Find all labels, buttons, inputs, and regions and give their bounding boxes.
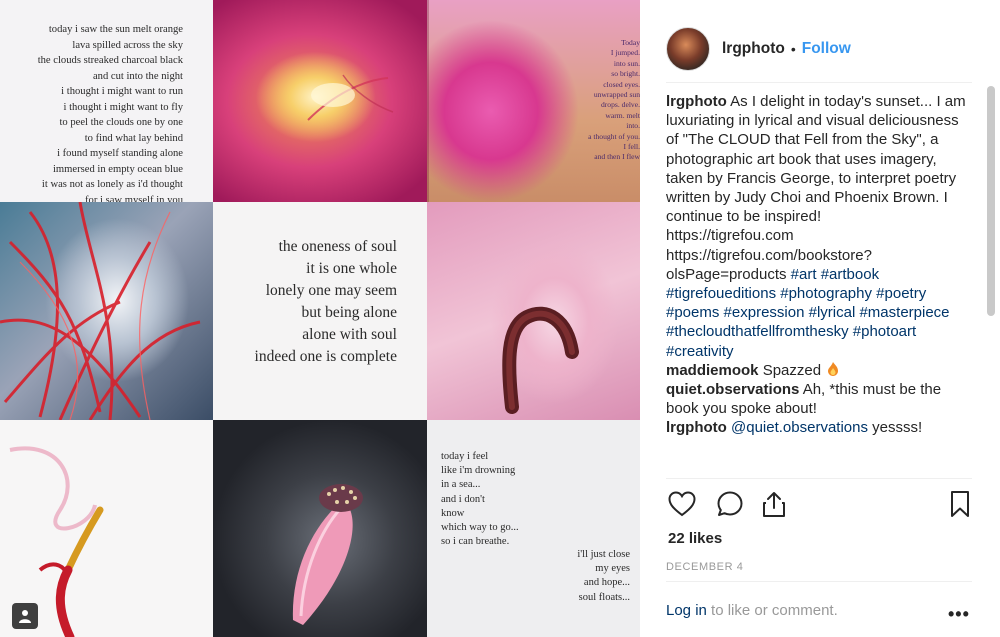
follow-button[interactable]: Follow bbox=[802, 40, 851, 58]
poem-text: the oneness of soul it is one whole lone… bbox=[254, 238, 397, 365]
header-username[interactable]: lrgphoto bbox=[722, 40, 785, 58]
hashtag[interactable]: #art bbox=[791, 266, 817, 283]
divider bbox=[666, 581, 972, 582]
hashtag[interactable]: #photoart bbox=[853, 323, 916, 340]
comment: lrgphoto @quiet.observations yessss! bbox=[666, 418, 972, 437]
photo-red-filaments bbox=[0, 202, 213, 420]
red-filament-graphic bbox=[0, 202, 201, 420]
hashtag[interactable]: #poems bbox=[666, 304, 719, 321]
heart-outline-icon[interactable] bbox=[666, 488, 698, 520]
hashtag[interactable]: #expression bbox=[724, 304, 805, 321]
login-link[interactable]: Log in bbox=[666, 602, 707, 619]
avatar[interactable] bbox=[666, 27, 710, 71]
login-prompt: Log in to like or comment. bbox=[666, 602, 838, 619]
poem-text: Today I jumped. into sun. so bright. clo… bbox=[588, 38, 640, 162]
poem-text: i'll just close my eyes and hope... soul… bbox=[577, 549, 630, 603]
photo-poem-sunset: today i saw the sun melt orange lava spi… bbox=[0, 0, 213, 202]
divider bbox=[666, 478, 972, 479]
action-bar bbox=[666, 486, 972, 522]
photo-grid[interactable]: today i saw the sun melt orange lava spi… bbox=[0, 0, 640, 637]
mention[interactable]: @quiet.observations bbox=[731, 419, 868, 436]
comment-username[interactable]: quiet.observations bbox=[666, 381, 799, 398]
comment: quiet.observations Ah, *this must be the… bbox=[666, 380, 972, 418]
comments-list[interactable]: lrgphoto As I delight in today's sunset.… bbox=[666, 92, 972, 476]
hashtag[interactable]: #lyrical bbox=[809, 304, 856, 321]
hashtag[interactable]: #poetry bbox=[876, 285, 926, 302]
photo-pink-petal bbox=[427, 202, 640, 420]
poem-text: today i feel like i'm drowning in a sea.… bbox=[441, 451, 519, 548]
hashtag[interactable]: #tigrefoueditions bbox=[666, 285, 776, 302]
hashtag[interactable]: #photography bbox=[780, 285, 872, 302]
post-header: lrgphoto • Follow bbox=[666, 18, 972, 80]
post-panel: lrgphoto • Follow lrgphoto As I delight … bbox=[640, 0, 1000, 637]
book-fold bbox=[427, 0, 429, 202]
comment: maddiemook Spazzed bbox=[666, 361, 972, 380]
comment-bubble-icon[interactable] bbox=[714, 488, 746, 520]
comments-scrollbar[interactable] bbox=[987, 86, 995, 316]
petal-stamen-graphic bbox=[502, 306, 579, 414]
caption: lrgphoto As I delight in today's sunset.… bbox=[666, 92, 972, 226]
separator-dot: • bbox=[790, 41, 796, 57]
divider bbox=[666, 82, 972, 83]
likes-count[interactable]: 22 likes bbox=[668, 530, 722, 547]
login-text: to like or comment. bbox=[706, 602, 838, 619]
photo-pink-bud bbox=[213, 420, 427, 637]
post-date[interactable]: DECEMBER 4 bbox=[666, 561, 744, 573]
hashtag[interactable]: #artbook bbox=[821, 266, 879, 283]
photo-flower-macro bbox=[213, 0, 427, 202]
caption-username[interactable]: lrgphoto bbox=[666, 93, 727, 110]
caption-text: As I delight in today's sunset... I am l… bbox=[666, 93, 966, 226]
photo-poem-oneness: the oneness of soul it is one whole lone… bbox=[213, 202, 427, 420]
comment-text: Spazzed bbox=[758, 361, 826, 379]
fire-emoji-icon bbox=[828, 361, 839, 376]
bud-graphic bbox=[292, 484, 363, 625]
share-upload-icon[interactable] bbox=[758, 488, 790, 520]
comment-username[interactable]: maddiemook bbox=[666, 362, 759, 379]
hashtag[interactable]: #creativity bbox=[666, 343, 734, 360]
hashtag[interactable]: #masterpiece bbox=[859, 304, 949, 321]
bookmark-icon[interactable] bbox=[944, 488, 976, 520]
comment-text: yessss! bbox=[867, 419, 923, 437]
more-options-button[interactable]: ••• bbox=[948, 604, 970, 625]
photo-poem-drowning: today i feel like i'm drowning in a sea.… bbox=[427, 420, 640, 637]
hashtag[interactable]: #thecloudthatfellfromthesky bbox=[666, 323, 849, 340]
photo-book-spread: Today I jumped. into sun. so bright. clo… bbox=[427, 0, 640, 202]
tagged-user-icon[interactable] bbox=[12, 603, 38, 629]
poem-text: today i saw the sun melt orange lava spi… bbox=[37, 24, 183, 202]
comment-username[interactable]: lrgphoto bbox=[666, 419, 727, 436]
caption-hashtags: https://tigrefou.com/bookstore?olsPage=p… bbox=[666, 246, 972, 361]
caption-link[interactable]: https://tigrefou.com bbox=[666, 226, 972, 245]
flower-stamen-graphic bbox=[307, 74, 394, 121]
